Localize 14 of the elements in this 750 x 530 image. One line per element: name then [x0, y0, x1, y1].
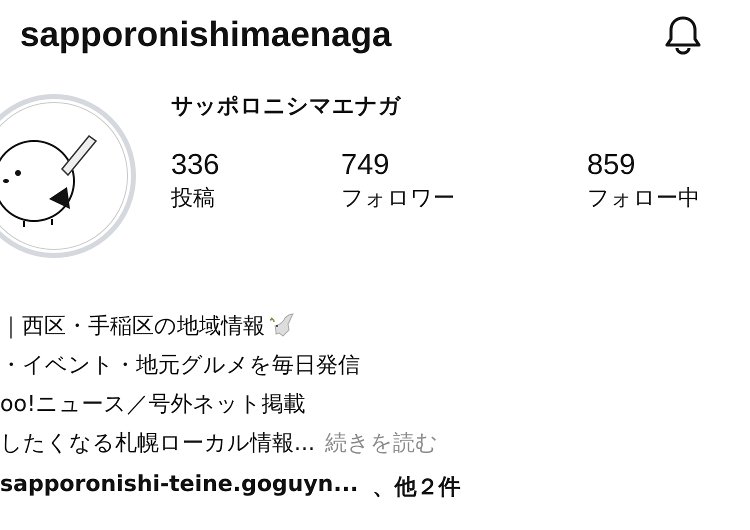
display-name: サッポロニシマエナガ — [171, 93, 402, 121]
bio-line: したくなる札幌ローカル情報... — [0, 430, 315, 458]
stat-count[interactable]: 859 — [587, 147, 636, 183]
profile-username: sapporonishimaenaga — [20, 15, 392, 55]
bio-line: ・イベント・地元グルメを毎日発信 — [0, 352, 360, 380]
website-link[interactable]: sapporonishi-teine.goguyn... — [0, 472, 358, 502]
stat-label[interactable]: 投稿 — [171, 183, 215, 215]
stat-label[interactable]: フォロー中 — [587, 183, 700, 215]
stat-label[interactable]: フォロワー — [341, 183, 455, 215]
bio-line: oo!ニュース／号外ネット掲載 — [0, 390, 306, 418]
stat-count[interactable]: 749 — [341, 147, 390, 183]
stat-count[interactable]: 336 — [171, 147, 220, 183]
bio-line: ｜西区・手稲区の地域情報 — [0, 312, 265, 340]
more-links-text[interactable]: 、他２件 — [372, 472, 460, 502]
